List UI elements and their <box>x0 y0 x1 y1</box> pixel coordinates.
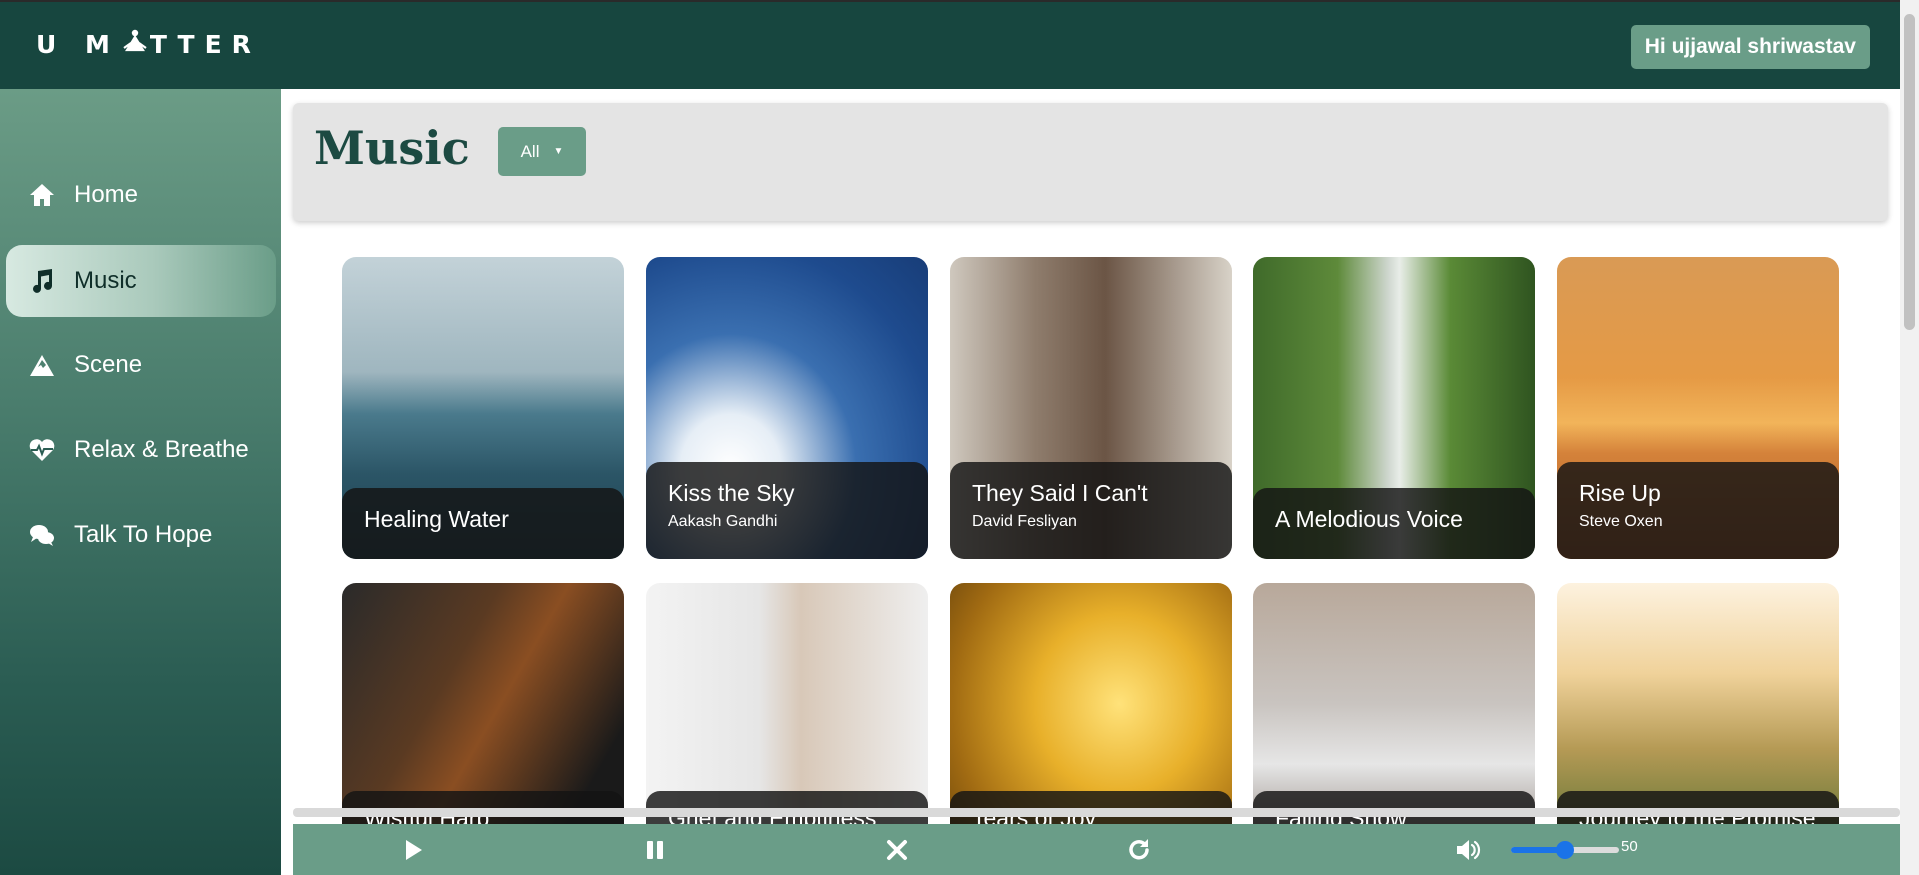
card-overlay: They Said I Can't David Fesliyan <box>950 462 1232 559</box>
music-card[interactable]: Rise Up Steve Oxen <box>1557 257 1839 559</box>
sidebar: Home Music Scene Relax & Breathe Talk To… <box>0 89 281 875</box>
volume-slider[interactable] <box>1511 841 1619 859</box>
card-title: Kiss the Sky <box>668 480 795 506</box>
home-icon <box>30 184 54 206</box>
horizontal-scrollbar[interactable] <box>293 808 1900 817</box>
replay-icon <box>1129 839 1149 860</box>
volume-value: 50 <box>1621 838 1638 855</box>
mountain-icon <box>30 355 54 376</box>
card-artist: David Fesliyan <box>972 513 1077 530</box>
sidebar-item-label: Scene <box>74 351 143 378</box>
sidebar-item-label: Music <box>74 267 137 294</box>
sidebar-item-label: Talk To Hope <box>74 521 213 548</box>
play-icon <box>406 840 422 860</box>
sidebar-item-label: Relax & Breathe <box>74 436 249 463</box>
music-card[interactable]: Healing Water <box>342 257 624 559</box>
volume-slider-handle[interactable] <box>1556 841 1574 859</box>
volume-button[interactable] <box>1454 836 1482 864</box>
pause-icon <box>647 841 663 859</box>
volume-icon <box>1457 840 1481 860</box>
card-overlay: Kiss the Sky Aakash Gandhi <box>646 462 928 559</box>
replay-button[interactable] <box>1126 837 1152 863</box>
chat-bubbles-icon <box>30 525 54 546</box>
close-icon <box>887 840 907 860</box>
card-title: They Said I Can't <box>972 480 1148 506</box>
music-card[interactable]: Kiss the Sky Aakash Gandhi <box>646 257 928 559</box>
app-logo[interactable]: U M TTER <box>36 28 261 60</box>
card-overlay: Rise Up Steve Oxen <box>1557 462 1839 559</box>
top-header: U M TTER Hi ujjawal shriwastav <box>0 0 1900 89</box>
sidebar-item-scene[interactable]: Scene <box>6 329 276 401</box>
vertical-scrollbar[interactable] <box>1900 0 1919 875</box>
card-title: A Melodious Voice <box>1275 506 1463 532</box>
logo-text-left: U M <box>36 29 120 59</box>
page-title: Music <box>314 121 470 175</box>
user-greeting-button[interactable]: Hi ujjawal shriwastav <box>1630 25 1870 69</box>
card-artist: Aakash Gandhi <box>668 513 778 530</box>
meditation-figure-icon <box>122 28 148 60</box>
sidebar-item-talk-to-hope[interactable]: Talk To Hope <box>6 499 276 571</box>
card-overlay: Healing Water <box>342 488 624 559</box>
caret-down-icon: ▼ <box>553 146 564 157</box>
main-content: Music All ▼ Healing Water Kiss the Sky A… <box>281 89 1900 875</box>
card-title: Rise Up <box>1579 480 1661 506</box>
filter-selected-value: All <box>520 141 540 161</box>
category-filter-dropdown[interactable]: All ▼ <box>498 127 586 176</box>
sidebar-item-music[interactable]: Music <box>6 245 276 317</box>
card-overlay: A Melodious Voice <box>1253 488 1535 559</box>
stop-button[interactable] <box>884 837 910 863</box>
music-card[interactable]: They Said I Can't David Fesliyan <box>950 257 1232 559</box>
sidebar-item-label: Home <box>74 181 139 208</box>
play-button[interactable] <box>400 837 426 863</box>
music-card[interactable]: A Melodious Voice <box>1253 257 1535 559</box>
audio-player-bar: 50 <box>293 824 1900 875</box>
title-bar: Music All ▼ <box>293 103 1888 221</box>
music-note-icon <box>33 269 52 293</box>
scrollbar-thumb[interactable] <box>1904 14 1915 330</box>
card-artist: Steve Oxen <box>1579 513 1663 530</box>
pause-button[interactable] <box>642 837 668 863</box>
sidebar-item-home[interactable]: Home <box>6 159 276 231</box>
logo-text-right: TTER <box>149 29 261 59</box>
sidebar-item-relax-breathe[interactable]: Relax & Breathe <box>6 414 276 486</box>
heartbeat-icon <box>29 439 55 461</box>
card-title: Healing Water <box>364 506 509 532</box>
